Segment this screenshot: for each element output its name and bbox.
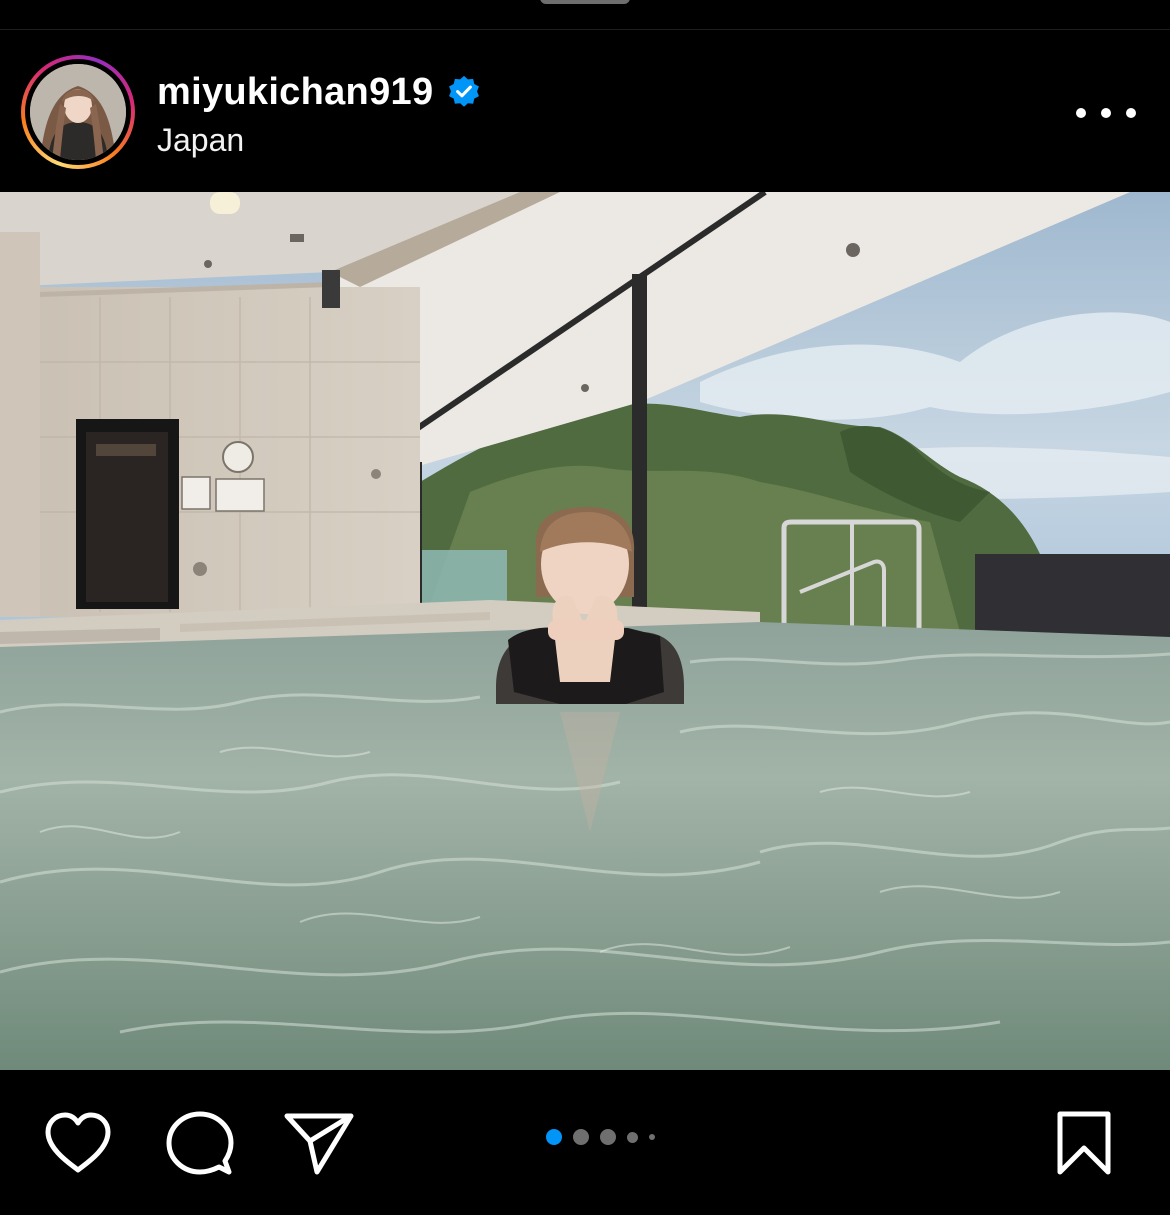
bookmark-icon[interactable] (1054, 1110, 1114, 1176)
carousel-dot (600, 1129, 616, 1145)
carousel-dot-active (546, 1129, 562, 1145)
more-options-button[interactable] (1076, 96, 1136, 130)
story-ring[interactable] (21, 55, 135, 169)
carousel-dot (573, 1129, 589, 1145)
location-link[interactable]: Japan (157, 122, 244, 159)
carousel-dot (649, 1134, 655, 1140)
more-options-icon (1076, 108, 1086, 118)
username[interactable]: miyukichan919 (157, 71, 433, 114)
verified-badge-icon (449, 75, 480, 107)
carousel-dot (627, 1131, 638, 1143)
carousel-indicator (546, 1128, 666, 1146)
post-header: miyukichan919 Japan (0, 30, 1170, 192)
paper-plane-icon[interactable] (283, 1110, 355, 1176)
comment-bubble-icon[interactable] (165, 1109, 235, 1179)
post-photo[interactable] (0, 192, 1170, 1070)
status-strip (0, 0, 1170, 30)
heart-icon[interactable] (42, 1110, 114, 1176)
status-strip-fragment (540, 0, 630, 4)
avatar[interactable] (30, 64, 126, 160)
